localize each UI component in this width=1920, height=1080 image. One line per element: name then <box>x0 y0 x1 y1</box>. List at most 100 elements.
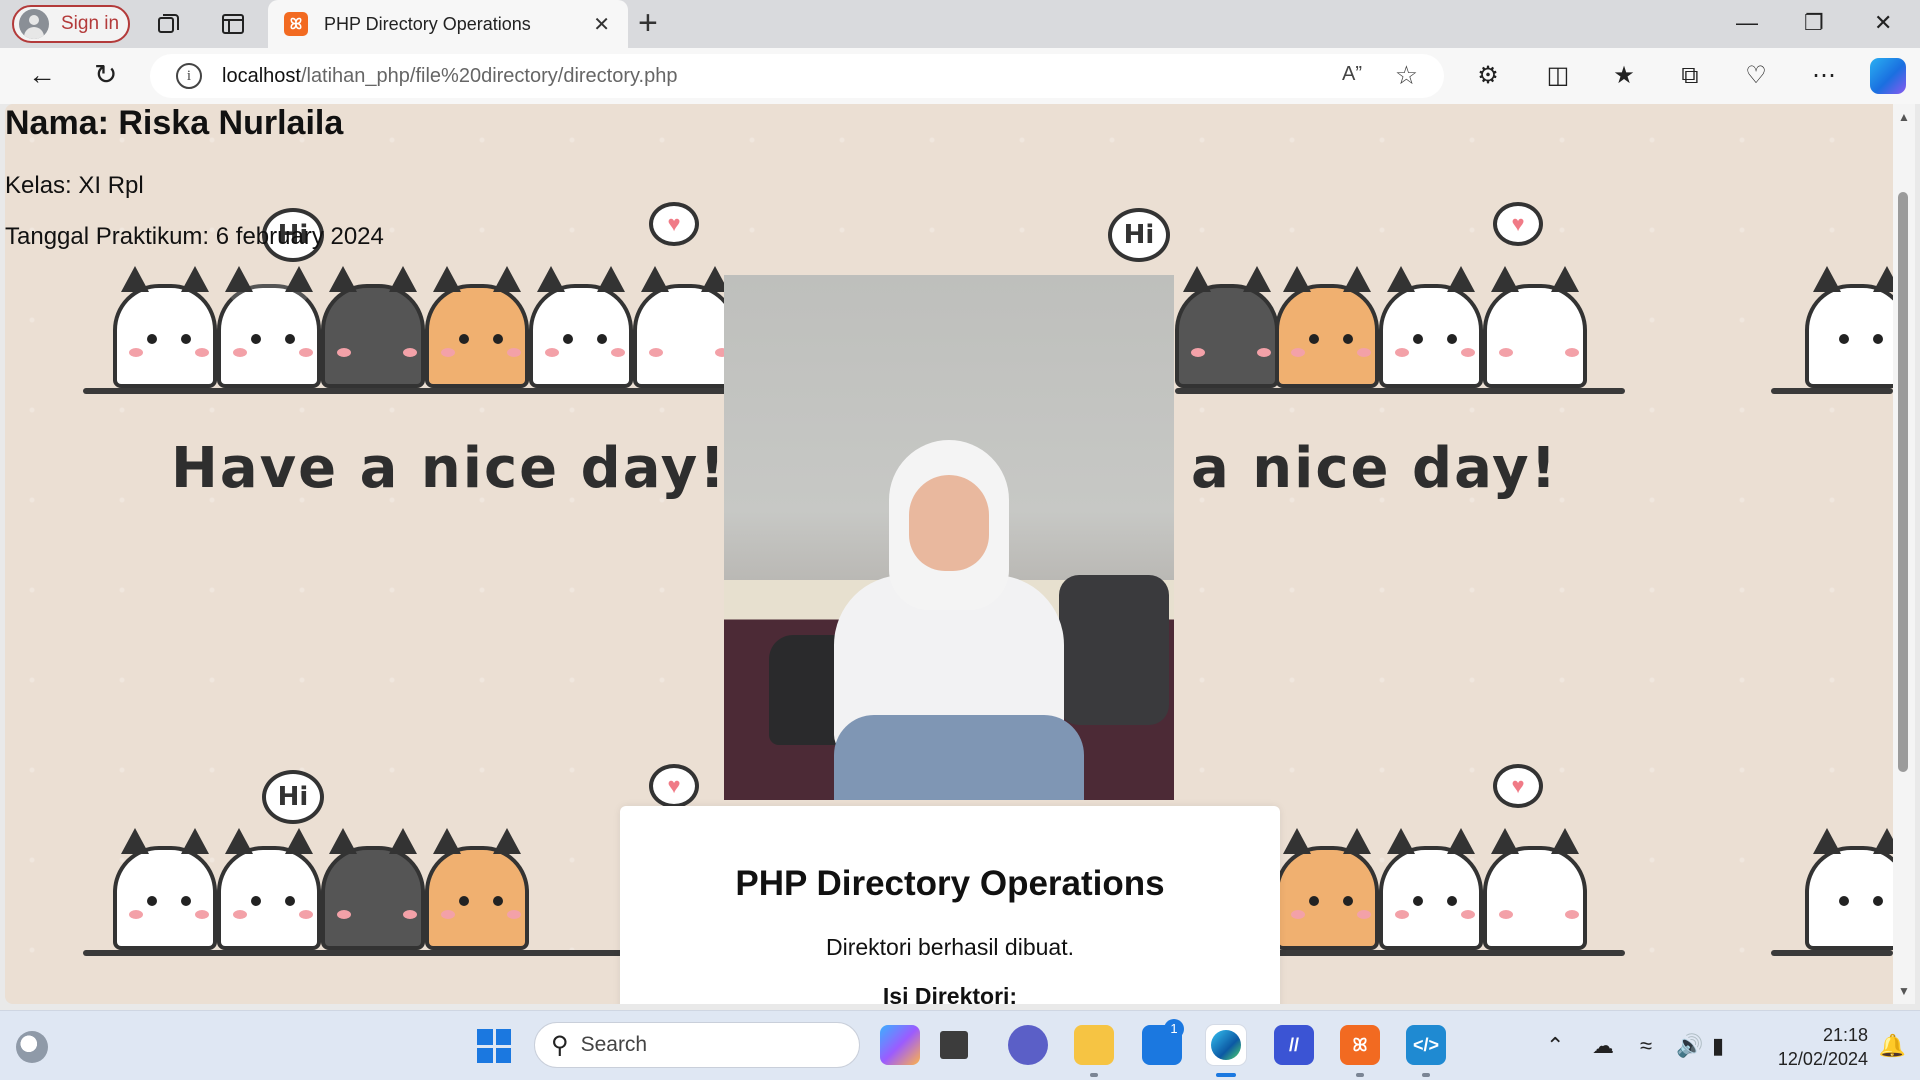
status-message: Direktori berhasil dibuat. <box>825 934 1074 960</box>
favorites-icon[interactable]: ★ <box>1608 60 1640 92</box>
cat-illustration <box>425 266 529 388</box>
browser-essentials-icon[interactable]: ♡ <box>1740 60 1772 92</box>
taskbar-search[interactable]: ⚲ Search <box>534 1022 860 1068</box>
cat-illustration <box>1805 266 1893 388</box>
workspaces-icon[interactable] <box>156 11 182 37</box>
edge-browser-icon[interactable] <box>1206 1025 1246 1065</box>
onedrive-cloud-icon[interactable]: ☁ <box>1592 1033 1614 1059</box>
cat-illustration <box>321 266 425 388</box>
tab-title: PHP Directory Operations <box>324 13 531 34</box>
store-notification-badge: 1 <box>1164 1019 1184 1039</box>
split-screen-icon[interactable]: ◫ <box>1542 60 1574 92</box>
cat-illustration <box>1379 828 1483 950</box>
teams-chat-icon[interactable] <box>1008 1025 1048 1065</box>
new-tab-button[interactable]: + <box>638 6 658 40</box>
address-bar[interactable]: i localhost/latihan_php/file%20directory… <box>150 54 1444 98</box>
cat-illustration <box>113 266 217 388</box>
show-hidden-icons-icon[interactable]: ⌃ <box>1546 1033 1564 1059</box>
directory-contents-label: Isi Direktori: <box>882 983 1018 1004</box>
clock-date: 12/02/2024 <box>1777 1049 1868 1069</box>
back-icon[interactable]: ← <box>28 60 56 90</box>
browser-toolbar: ← ↻ i localhost/latihan_php/file%20direc… <box>0 48 1920 104</box>
hi-speech-bubble: Hi <box>262 770 324 824</box>
url-path: /latihan_php/file%20directory/directory.… <box>300 64 678 87</box>
cat-illustration <box>217 828 321 950</box>
more-options-icon[interactable]: ⋯ <box>1808 60 1840 92</box>
collections-icon[interactable]: ⧉ <box>1674 60 1706 92</box>
heart-bubble-icon: ♥ <box>1493 764 1543 808</box>
title-bar: Sign in ꕤ PHP Directory Operations ✕ + —… <box>0 0 1920 48</box>
tab-actions-icon[interactable] <box>220 11 246 37</box>
shelf-line <box>1771 388 1893 394</box>
extensions-icon[interactable]: ⚙ <box>1472 60 1504 92</box>
minimize-button[interactable]: — <box>1736 10 1758 36</box>
cat-illustration <box>217 266 321 388</box>
copilot-pre-app-icon[interactable] <box>880 1025 920 1065</box>
sign-in-label: Sign in <box>61 13 120 34</box>
cat-illustration <box>529 266 633 388</box>
cat-illustration <box>1175 266 1279 388</box>
page-viewport: Hi ♥ Hi ♥ Have a nice day! a nice day! H… <box>5 104 1893 1004</box>
cat-illustration <box>1483 266 1587 388</box>
cat-illustration <box>1275 266 1379 388</box>
favorite-star-icon[interactable]: ☆ <box>1395 60 1418 91</box>
url-host: localhost <box>222 64 301 87</box>
windows-taskbar: ⚲ Search 1 // ꕤ </> ⌃ ☁ ≈ 🔊 ▮ 21:18 12/0… <box>0 1010 1920 1080</box>
wallpaper-text: Have a nice day! <box>171 436 727 501</box>
heart-bubble-icon: ♥ <box>649 764 699 808</box>
code-editor-app-icon[interactable]: // <box>1274 1025 1314 1065</box>
cat-illustration <box>1805 828 1893 950</box>
restore-button[interactable]: ❐ <box>1804 10 1824 36</box>
active-app-indicator <box>1216 1073 1236 1077</box>
wallpaper-text: a nice day! <box>1191 436 1559 501</box>
running-indicator <box>1356 1073 1364 1077</box>
system-clock[interactable]: 21:18 12/02/2024 <box>1778 1023 1868 1071</box>
cat-illustration <box>1483 828 1587 950</box>
sign-in-button[interactable]: Sign in <box>12 5 130 43</box>
result-card: PHP Directory Operations Direktori berha… <box>620 806 1280 1004</box>
xampp-app-icon[interactable]: ꕤ <box>1340 1025 1380 1065</box>
class-text: Kelas: XI Rpl <box>5 172 144 199</box>
task-view-icon[interactable] <box>940 1031 968 1059</box>
vscode-app-icon[interactable]: </> <box>1406 1025 1446 1065</box>
battery-icon[interactable]: ▮ <box>1712 1033 1724 1059</box>
weather-widget-icon[interactable] <box>16 1031 48 1063</box>
search-placeholder: Search <box>580 1033 648 1056</box>
cat-illustration <box>633 266 737 388</box>
scroll-up-arrow-icon[interactable]: ▲ <box>1898 110 1910 124</box>
shelf-line <box>1771 950 1893 956</box>
shelf-line <box>83 388 733 394</box>
cat-illustration <box>1275 828 1379 950</box>
volume-icon[interactable]: 🔊 <box>1676 1033 1703 1059</box>
page-scrollbar[interactable]: ▲ ▼ <box>1893 104 1915 1004</box>
student-name-heading: Nama: Riska Nurlaila <box>5 104 344 142</box>
wifi-icon[interactable]: ≈ <box>1640 1033 1652 1059</box>
close-tab-icon[interactable]: ✕ <box>593 12 610 37</box>
read-aloud-icon[interactable]: A” <box>1342 63 1362 86</box>
running-indicator <box>1090 1073 1098 1077</box>
start-button[interactable] <box>477 1029 511 1063</box>
shelf-line <box>83 950 623 956</box>
cat-illustration <box>321 828 425 950</box>
cat-illustration <box>425 828 529 950</box>
refresh-icon[interactable]: ↻ <box>94 60 117 90</box>
cat-illustration <box>113 828 217 950</box>
profile-avatar-icon <box>19 9 49 39</box>
tab-php-directory-operations[interactable]: ꕤ PHP Directory Operations ✕ <box>268 0 628 48</box>
xampp-favicon-icon: ꕤ <box>284 12 308 36</box>
url-text[interactable]: localhost/latihan_php/file%20directory/d… <box>222 65 677 88</box>
search-icon: ⚲ <box>551 1031 569 1059</box>
copilot-icon[interactable] <box>1870 58 1906 94</box>
card-heading: PHP Directory Operations <box>735 864 1165 903</box>
shelf-line <box>1275 950 1625 956</box>
cat-illustration <box>1379 266 1483 388</box>
student-photo <box>724 275 1174 800</box>
file-explorer-icon[interactable] <box>1074 1025 1114 1065</box>
site-info-icon[interactable]: i <box>176 63 202 89</box>
scroll-down-arrow-icon[interactable]: ▼ <box>1898 984 1910 998</box>
running-indicator <box>1422 1073 1430 1077</box>
notifications-bell-icon[interactable]: 🔔 <box>1879 1033 1906 1059</box>
clock-time: 21:18 <box>1822 1025 1868 1045</box>
scrollbar-thumb[interactable] <box>1898 192 1908 772</box>
close-window-button[interactable]: ✕ <box>1874 10 1892 36</box>
